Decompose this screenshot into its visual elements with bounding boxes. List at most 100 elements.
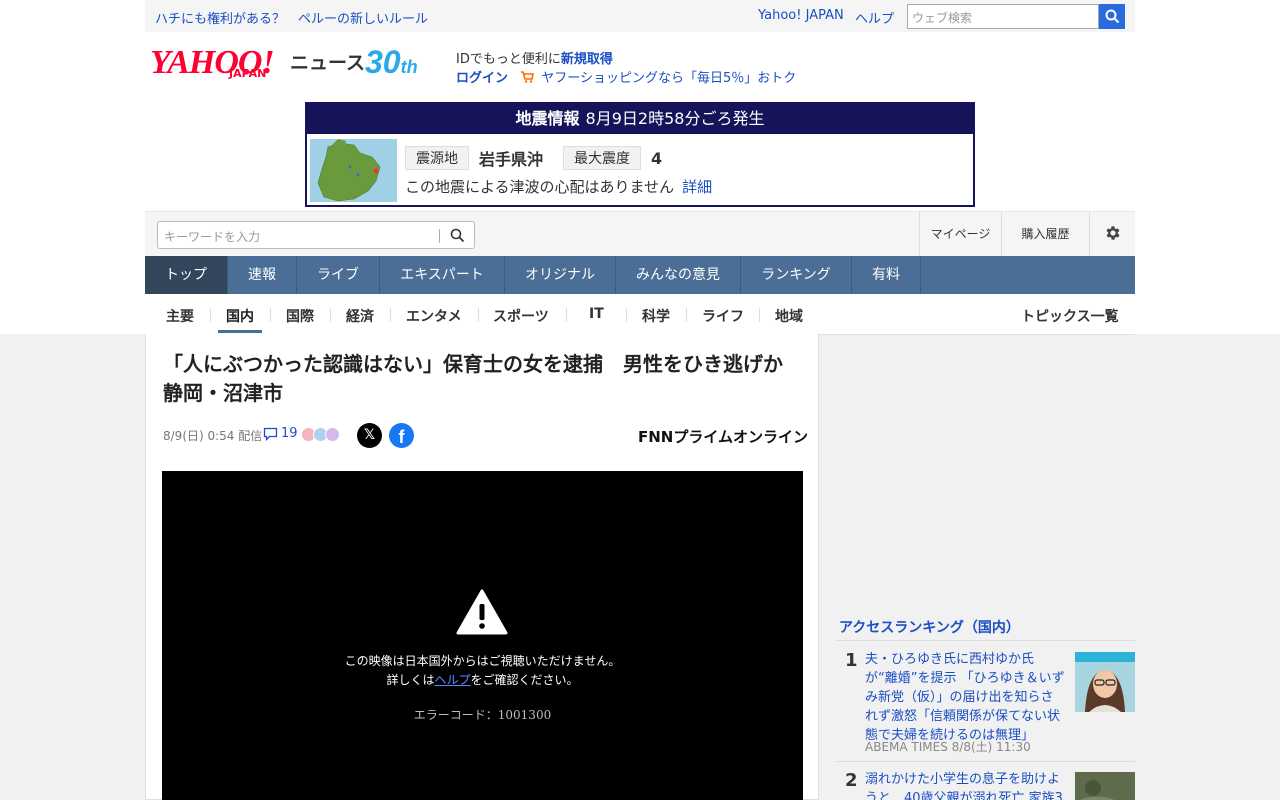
cat-divider [686,308,687,322]
settings-button[interactable] [1089,212,1135,257]
nav-opinions[interactable]: みんなの意見 [616,256,741,294]
search-divider [439,229,440,243]
cat-divider [270,308,271,322]
ranking-thumbnail[interactable] [1075,772,1135,800]
trending-link-1[interactable]: ハチにも権利がある？ [155,8,285,27]
warning-icon [456,589,508,635]
cat-divider [759,308,760,322]
comments-link[interactable]: 19 [263,426,298,441]
cat-divider [478,308,479,322]
web-search-input[interactable]: ウェブ検索 [907,4,1099,29]
signup-link[interactable]: 新規取得 [561,52,613,67]
help-link[interactable]: ヘルプ [855,8,894,27]
login-link[interactable]: ログイン [456,71,508,86]
tsunami-message: この地震による津波の心配はありません [405,178,675,196]
ranking-title[interactable]: 溺れかけた小学生の息子を助けようと…40歳父親が溺れ死亡 家族3 [865,770,1065,800]
cat-divider [210,308,211,322]
comment-count: 19 [281,426,298,441]
earthquake-detail-link[interactable]: 詳細 [682,178,712,196]
video-player[interactable]: この映像は日本国外からはご視聴いただけません。 詳しくはヘルプをご確認ください。… [162,471,803,800]
geo-block-line2: 詳しくはヘルプをご確認ください。 [162,671,803,690]
cat-sports[interactable]: スポーツ [493,306,549,326]
anniversary-logo: 30th [365,44,418,81]
cat-divider [626,308,627,322]
ranking-source: ABEMA TIMES 8/8(土) 11:30 [865,740,1031,754]
nav-expert[interactable]: エキスパート [380,256,505,294]
cat-entertainment[interactable]: エンタメ [406,306,462,326]
keyword-search-input[interactable]: キーワードを入力 [157,221,475,249]
geo-block-post: をご確認ください。 [470,673,579,687]
earthquake-title: 地震情報 [515,109,580,128]
earthquake-map[interactable] [310,139,397,202]
cat-international[interactable]: 国際 [286,306,314,326]
video-help-link[interactable]: ヘルプ [434,673,470,687]
ranking-thumbnail[interactable] [1075,652,1135,712]
x-icon: 𝕏 [363,427,376,443]
article-headline: 「人にぶつかった認識はない」保育士の女を逮捕 男性をひき逃げか 静岡・沼津市 [163,352,803,405]
cat-domestic[interactable]: 国内 [226,306,254,326]
ranking-title[interactable]: 夫・ひろゆき氏に西村ゆか氏が“離婚”を提示 「ひろゆき＆いずみ新党（仮）」の届け… [865,650,1065,745]
share-x-button[interactable]: 𝕏 [357,423,382,448]
nav-ranking[interactable]: ランキング [741,256,852,294]
login-row: ログイン ヤフーショッピングなら「毎日5％」おトク [456,67,796,86]
cat-science[interactable]: 科学 [642,306,670,326]
topics-list-link[interactable]: トピックス一覧 [1021,306,1119,326]
nav-live[interactable]: ライブ [297,256,380,294]
ranking-divider [835,761,1135,762]
earthquake-info-box[interactable]: 地震情報 8月9日2時58分ごろ発生 震源地 岩手県沖 最大震度 4 この地震によ… [305,102,975,207]
cat-region[interactable]: 地域 [775,306,803,326]
geo-block-message: この映像は日本国外からはご視聴いただけません。 詳しくはヘルプをご確認ください。 [162,652,803,690]
id-promo: IDでもっと便利に新規取得 [456,48,613,67]
cat-divider [390,308,391,322]
person-thumbnail [1075,652,1135,712]
cat-life[interactable]: ライフ [702,306,744,326]
geo-block-pre: 詳しくは [386,673,435,687]
access-ranking-title[interactable]: アクセスランキング（国内） [839,617,1020,637]
provider-logo[interactable]: FNNプライムオンライン [638,426,808,447]
nav-paid[interactable]: 有料 [852,256,921,294]
landscape-thumbnail [1075,772,1135,800]
share-facebook-button[interactable]: f [389,423,414,448]
trending-link-2[interactable]: ペルーの新しいルール [298,8,428,27]
web-search-button[interactable] [1099,4,1125,29]
search-account-bar: キーワードを入力 マイページ 購入履歴 [145,211,1135,257]
facebook-icon: f [398,427,405,447]
intensity-label: 最大震度 [563,146,642,170]
geo-block-line1: この映像は日本国外からはご視聴いただけません。 [344,654,621,668]
nav-top[interactable]: トップ [145,256,228,294]
ranking-number: 2 [845,770,858,791]
gear-icon [1106,226,1120,240]
news-section-title[interactable]: ニュース [290,48,365,75]
cat-main[interactable]: 主要 [166,306,194,326]
epicenter-label: 震源地 [405,146,469,170]
yahoo-japan-link[interactable]: Yahoo! JAPAN [758,8,844,23]
anniversary-suffix: th [400,57,418,77]
main-navigation: トップ 速報 ライブ エキスパート オリジナル みんなの意見 ランキング 有料 [145,256,1135,294]
cat-economy[interactable]: 経済 [346,306,374,326]
keyword-placeholder: キーワードを入力 [164,230,261,244]
earthquake-header: 地震情報 8月9日2時58分ごろ発生 [307,104,973,134]
mypage-button[interactable]: マイページ [919,212,1001,257]
article-panel: 「人にぶつかった認識はない」保育士の女を逮捕 男性をひき逃げか 静岡・沼津市 8… [145,334,819,800]
nav-original[interactable]: オリジナル [505,256,616,294]
nav-breaking[interactable]: 速報 [228,256,297,294]
yahoo-logo-japan: JAPAN [229,67,267,80]
search-icon [1105,9,1120,24]
cat-divider [330,308,331,322]
earthquake-details: 震源地 岩手県沖 最大震度 4 [405,146,682,170]
intensity-value: 4 [651,148,663,168]
map-graphic [317,139,381,202]
cat-it[interactable]: IT [589,306,604,322]
earthquake-time: 8月9日2時58分ごろ発生 [585,109,765,128]
id-promo-text: IDでもっと便利に [456,52,561,67]
error-code: エラーコード：1001300 [413,708,552,722]
article-date: 8/9(日) 0:54 配信 [163,429,263,443]
category-navigation: 主要 国内 国際 経済 エンタメ スポーツ IT 科学 ライフ 地域 トピックス… [145,294,1135,335]
reaction-face-icon [325,427,340,442]
shopping-promo-link[interactable]: ヤフーショッピングなら「毎日5％」おトク [541,71,796,86]
reaction-faces[interactable] [301,427,340,442]
search-icon[interactable] [450,228,465,243]
anniversary-number: 30 [365,44,401,80]
active-category-underline [218,330,262,333]
purchase-history-button[interactable]: 購入履歴 [1001,212,1089,257]
